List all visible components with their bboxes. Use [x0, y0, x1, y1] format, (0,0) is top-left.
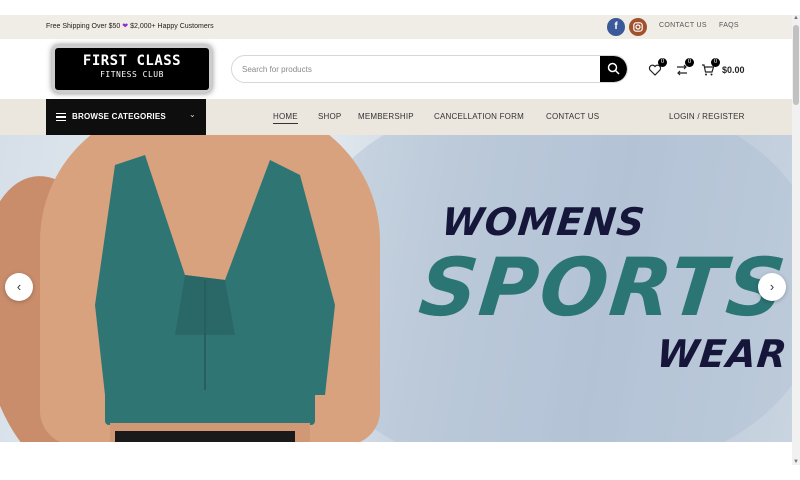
- wishlist-count-badge: 0: [658, 58, 667, 67]
- cart-button[interactable]: 0: [701, 58, 720, 77]
- slider-prev-button[interactable]: ‹: [5, 273, 33, 301]
- cart-total[interactable]: $0.00: [722, 65, 745, 75]
- contact-us-link[interactable]: CONTACT US: [659, 22, 707, 29]
- heart-emoji-icon: ❤: [122, 23, 129, 30]
- chevron-down-icon: ⌄: [189, 110, 196, 119]
- search-icon: [607, 62, 620, 75]
- page-scrollbar[interactable]: ▲ ▼: [792, 15, 800, 465]
- header: FIRST CLASS FITNESS CLUB 0 0 0 $0.00: [0, 39, 792, 99]
- hero-model-pants: [115, 431, 295, 442]
- top-bar: Free Shipping Over $50 ❤ $2,000+ Happy C…: [0, 15, 792, 39]
- login-register-link[interactable]: LOGIN / REGISTER: [669, 112, 745, 121]
- search-input[interactable]: [242, 62, 582, 77]
- compare-button[interactable]: 0: [675, 58, 694, 77]
- scrollbar-thumb[interactable]: [793, 25, 799, 105]
- instagram-icon[interactable]: [629, 18, 647, 36]
- scroll-up-icon[interactable]: ▲: [793, 15, 799, 21]
- wishlist-button[interactable]: 0: [648, 58, 667, 77]
- main-nav: BROWSE CATEGORIES ⌄ HOME SHOP MEMBERSHIP…: [0, 99, 792, 135]
- hero-title-wear: WEAR: [654, 332, 790, 376]
- search-bar: [231, 55, 628, 83]
- chevron-right-icon: ›: [769, 279, 775, 294]
- browse-categories-button[interactable]: BROWSE CATEGORIES ⌄: [46, 99, 206, 135]
- page: Free Shipping Over $50 ❤ $2,000+ Happy C…: [0, 0, 800, 480]
- hero-bra-band: [105, 390, 315, 425]
- menu-icon: [56, 113, 66, 121]
- hero-title-sports: SPORTS: [415, 241, 792, 334]
- slider-next-button[interactable]: ›: [758, 273, 786, 301]
- nav-shop[interactable]: SHOP: [318, 112, 341, 121]
- scroll-down-icon[interactable]: ▼: [793, 459, 799, 465]
- nav-membership[interactable]: MEMBERSHIP: [358, 112, 414, 121]
- nav-contact-us[interactable]: CONTACT US: [546, 112, 599, 121]
- browse-categories-label: BROWSE CATEGORIES: [72, 112, 166, 121]
- chevron-left-icon: ‹: [16, 279, 22, 294]
- cart-count-badge: 0: [711, 58, 720, 67]
- search-button[interactable]: [600, 56, 627, 82]
- promo-text: Free Shipping Over $50 ❤ $2,000+ Happy C…: [46, 23, 214, 30]
- nav-home[interactable]: HOME: [273, 112, 298, 124]
- site-logo[interactable]: FIRST CLASS FITNESS CLUB: [52, 45, 212, 93]
- facebook-icon[interactable]: f: [607, 18, 625, 36]
- compare-count-badge: 0: [685, 58, 694, 67]
- hero-sports-bra-image: [95, 155, 335, 395]
- faqs-link[interactable]: FAQS: [719, 22, 739, 29]
- nav-cancellation-form[interactable]: CANCELLATION FORM: [434, 112, 524, 121]
